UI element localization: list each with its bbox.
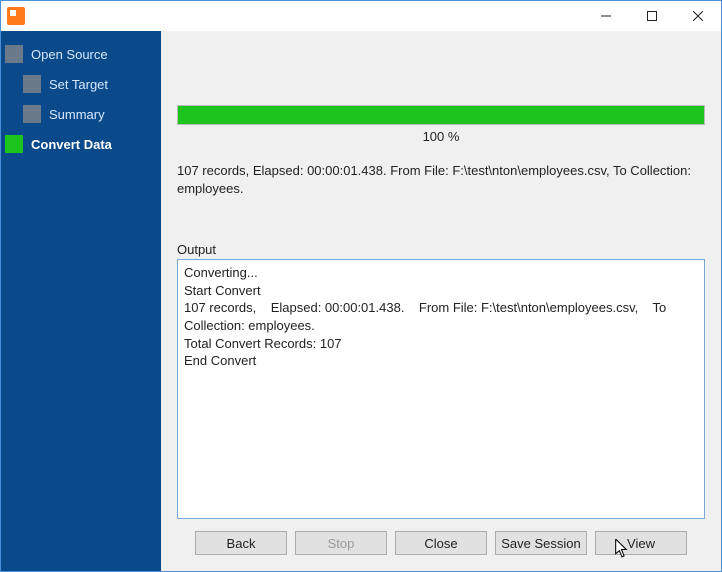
maximize-button[interactable] bbox=[629, 1, 675, 31]
button-row: Back Stop Close Save Session View bbox=[177, 519, 705, 561]
stop-button: Stop bbox=[295, 531, 387, 555]
sidebar-item-label: Set Target bbox=[49, 77, 108, 92]
save-session-button[interactable]: Save Session bbox=[495, 531, 587, 555]
progress-section: 100 % bbox=[177, 105, 705, 144]
progress-fill bbox=[178, 106, 704, 124]
view-button[interactable]: View bbox=[595, 531, 687, 555]
status-line: 107 records, Elapsed: 00:00:01.438. From… bbox=[177, 162, 705, 198]
sidebar-item-set-target[interactable]: Set Target bbox=[1, 69, 161, 99]
main-panel: 100 % 107 records, Elapsed: 00:00:01.438… bbox=[161, 31, 721, 571]
window-controls bbox=[583, 1, 721, 31]
progress-bar bbox=[177, 105, 705, 125]
sidebar-item-label: Convert Data bbox=[31, 137, 112, 152]
sidebar-item-convert-data[interactable]: Convert Data bbox=[1, 129, 161, 159]
output-label: Output bbox=[177, 242, 705, 257]
titlebar bbox=[1, 1, 721, 31]
progress-label: 100 % bbox=[177, 129, 705, 144]
step-icon bbox=[5, 135, 23, 153]
output-textbox[interactable]: Converting... Start Convert 107 records,… bbox=[177, 259, 705, 519]
app-icon bbox=[7, 7, 25, 25]
sidebar-item-open-source[interactable]: Open Source bbox=[1, 39, 161, 69]
sidebar-item-label: Summary bbox=[49, 107, 105, 122]
minimize-button[interactable] bbox=[583, 1, 629, 31]
sidebar-item-label: Open Source bbox=[31, 47, 108, 62]
wizard-sidebar: Open Source Set Target Summary Convert D… bbox=[1, 31, 161, 571]
step-icon bbox=[5, 45, 23, 63]
back-button[interactable]: Back bbox=[195, 531, 287, 555]
step-icon bbox=[23, 105, 41, 123]
sidebar-item-summary[interactable]: Summary bbox=[1, 99, 161, 129]
step-icon bbox=[23, 75, 41, 93]
close-button-action[interactable]: Close bbox=[395, 531, 487, 555]
close-button[interactable] bbox=[675, 1, 721, 31]
